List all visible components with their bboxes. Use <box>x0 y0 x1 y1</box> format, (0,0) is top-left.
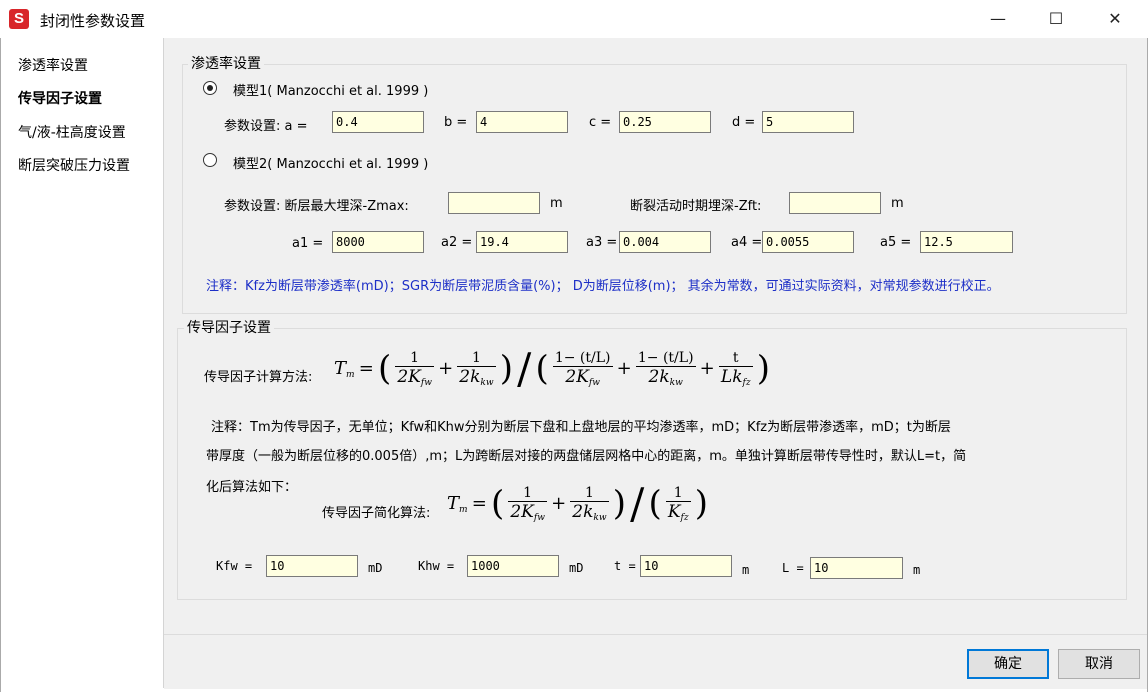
sidebar-item-column-height[interactable]: 气/液-柱高度设置 <box>18 122 126 142</box>
transmissibility-formula: Tm = ( 1 2Kfw + 1 2kkw ) / ( 1− (t/L) 2Kfw … <box>334 344 770 393</box>
zft-label: 断裂活动时期埋深-Zft: <box>630 199 762 214</box>
simplified-label: 传导因子简化算法: <box>322 506 431 521</box>
a1-input[interactable] <box>332 231 424 253</box>
a2-input[interactable] <box>476 231 568 253</box>
kfw-unit: mD <box>368 561 383 575</box>
sidebar: 渗透率设置 传导因子设置 气/液-柱高度设置 断层突破压力设置 <box>1 38 164 688</box>
khw-label: Khw = <box>418 559 455 573</box>
model1-params-label: 参数设置: a = <box>224 119 308 134</box>
sidebar-item-transmissibility[interactable]: 传导因子设置 <box>18 88 102 108</box>
param-d-input[interactable] <box>762 111 854 133</box>
app-logo-icon: S <box>9 9 29 29</box>
window-title: 封闭性参数设置 <box>40 12 146 30</box>
kfw-label: Kfw = <box>216 559 253 573</box>
zmax-input[interactable] <box>448 192 540 214</box>
zmax-unit: m <box>550 196 563 211</box>
model1-label[interactable]: 模型1( Manzocchi et al. 1999 ) <box>233 80 428 99</box>
note-line-3: 化后算法如下： <box>206 480 298 495</box>
a3-input[interactable] <box>619 231 711 253</box>
transmissibility-group-title: 传导因子设置 <box>184 317 274 337</box>
l-label: L = <box>782 561 804 575</box>
khw-unit: mD <box>569 561 584 575</box>
permeability-group-title: 渗透率设置 <box>188 53 264 73</box>
a2-label: a2 = <box>441 235 473 250</box>
sidebar-item-breakthrough-pressure[interactable]: 断层突破压力设置 <box>18 155 130 175</box>
simplified-formula: Tm = ( 1 2Kfw + 1 2kkw ) / ( 1 Kfz ) <box>447 479 709 528</box>
khw-input[interactable] <box>467 555 559 577</box>
param-c-label: c = <box>589 115 612 130</box>
method-label: 传导因子计算方法: <box>204 370 313 385</box>
param-d-label: d = <box>732 115 756 130</box>
close-button[interactable]: ✕ <box>1086 0 1144 38</box>
l-unit: m <box>913 563 921 577</box>
zft-input[interactable] <box>789 192 881 214</box>
dialog-footer: 确定 取消 <box>164 634 1147 689</box>
model1-radio[interactable] <box>203 81 217 95</box>
kfw-input[interactable] <box>266 555 358 577</box>
cancel-button[interactable]: 取消 <box>1058 649 1140 679</box>
title-bar: S 封闭性参数设置 — ☐ ✕ <box>0 0 1148 38</box>
a5-input[interactable] <box>920 231 1013 253</box>
t-unit: m <box>742 563 750 577</box>
zft-unit: m <box>891 196 904 211</box>
param-b-label: b = <box>444 115 468 130</box>
a4-label: a4 = <box>731 235 763 250</box>
model2-label[interactable]: 模型2( Manzocchi et al. 1999 ) <box>233 153 428 172</box>
note-line-2: 带厚度（一般为断层位移的0.005倍）,m；L为跨断层对接的两盘储层网格中心的距… <box>206 449 967 464</box>
model2-radio[interactable] <box>203 153 217 167</box>
param-a-input[interactable] <box>332 111 424 133</box>
ok-button[interactable]: 确定 <box>967 649 1049 679</box>
t-input[interactable] <box>640 555 732 577</box>
a3-label: a3 = <box>586 235 618 250</box>
model2-params-label: 参数设置: 断层最大埋深-Zmax: <box>224 199 409 214</box>
minimize-button[interactable]: — <box>969 0 1027 38</box>
sidebar-item-permeability[interactable]: 渗透率设置 <box>18 55 88 75</box>
a5-label: a5 = <box>880 235 912 250</box>
l-input[interactable] <box>810 557 903 579</box>
t-label: t = <box>614 559 636 573</box>
maximize-button[interactable]: ☐ <box>1027 0 1085 38</box>
permeability-note: 注释：Kfz为断层带渗透率(mD)；SGR为断层带泥质含量(%)； D为断层位移… <box>206 279 1000 294</box>
param-c-input[interactable] <box>619 111 711 133</box>
note-line-1: 注释：Tm为传导因子，无单位；Kfw和Khw分别为断层下盘和上盘地层的平均渗透率… <box>211 420 951 435</box>
main-panel: 渗透率设置 模型1( Manzocchi et al. 1999 ) 参数设置:… <box>164 38 1147 634</box>
a4-input[interactable] <box>762 231 854 253</box>
a1-label: a1 = <box>292 236 324 251</box>
param-b-input[interactable] <box>476 111 568 133</box>
